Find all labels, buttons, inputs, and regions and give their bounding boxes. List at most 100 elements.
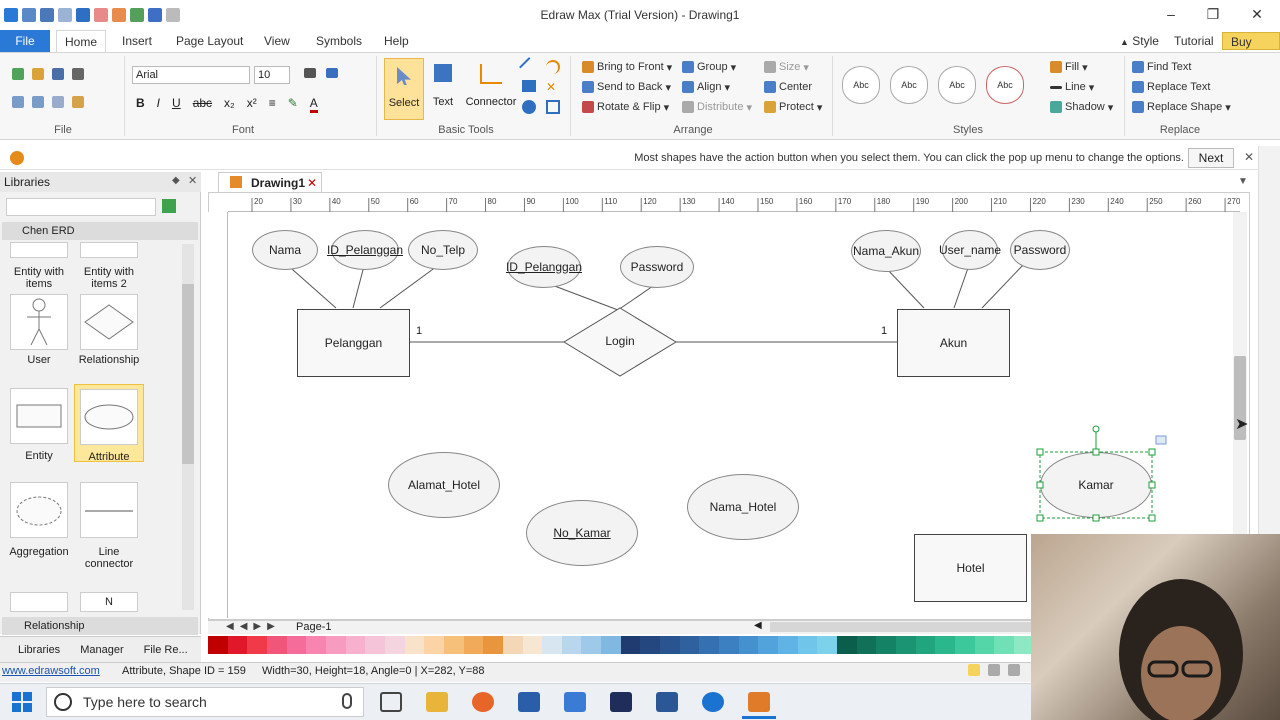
group-button[interactable]: Group ▾ [682,58,736,76]
entity-akun[interactable]: Akun [897,309,1010,377]
buy-now-button[interactable]: Buy Now [1222,32,1280,67]
shadow-button[interactable]: Shadow ▾ [1050,98,1113,116]
bold-icon[interactable]: B [136,96,145,113]
open-icon[interactable] [32,68,44,80]
dynamic-help-panel[interactable] [1258,146,1280,534]
font-size-select[interactable]: 10 [254,66,290,84]
font-family-select[interactable]: Arial [132,66,250,84]
library-section-relationship[interactable]: Relationship [2,617,198,635]
line-nama-akun[interactable] [885,267,925,309]
library-item-relationship[interactable]: Relationship [74,294,144,366]
restore-icon[interactable]: ❐ [1192,0,1234,30]
presentation-icon[interactable] [1008,664,1020,676]
task-view-icon[interactable] [380,692,402,712]
color-swatch[interactable] [463,636,484,654]
color-swatch[interactable] [620,636,641,654]
entity-hotel[interactable]: Hotel [914,534,1027,602]
photoshop-icon[interactable] [610,692,632,712]
line-tool-icon[interactable] [519,57,539,77]
color-swatch[interactable] [227,636,248,654]
line-spacing-icon[interactable]: ≡ [269,96,276,113]
rotate-handle[interactable] [1092,425,1100,433]
library-scrollbar[interactable] [182,244,194,610]
color-swatch[interactable] [404,636,425,654]
attribute-password[interactable]: Password [620,246,694,288]
library-search-input[interactable] [6,198,156,216]
superscript-icon[interactable]: x² [247,96,257,113]
protect-button[interactable]: Protect ▾ [764,98,822,116]
style-menu[interactable]: ▲ Style [1112,30,1167,52]
strikethrough-icon[interactable]: abc [193,96,212,113]
rectangle-tool-icon[interactable] [522,80,536,92]
rotate-flip-button[interactable]: Rotate & Flip ▾ [582,98,669,116]
page-view-icon[interactable] [968,664,980,676]
tab-page-layout[interactable]: Page Layout [168,30,251,52]
website-link[interactable]: www.edrawsoft.com [2,665,100,677]
align-icon[interactable] [304,68,316,78]
color-swatch[interactable] [424,636,444,654]
color-swatch[interactable] [384,636,405,654]
library-item-line-double[interactable] [4,592,74,612]
tab-view[interactable]: View [256,30,298,52]
font-color-icon[interactable]: A [309,96,318,113]
file-explorer-icon[interactable] [426,692,448,712]
library-scroll-thumb[interactable] [182,284,194,464]
color-swatch[interactable] [365,636,385,654]
color-swatch[interactable] [895,636,916,654]
color-swatch[interactable] [954,636,975,654]
tab-home[interactable]: Home [56,30,106,52]
tab-manager[interactable]: Manager [68,644,123,656]
page-nav-icons[interactable]: ◀◀▶▶ [226,621,281,632]
align-button[interactable]: Align ▾ [682,78,730,96]
library-item-entity-with-items-2[interactable]: Entity with items 2 [74,242,144,290]
center-button[interactable]: Center [764,78,812,96]
color-swatch[interactable] [935,636,955,654]
taskbar-search-input[interactable]: Type here to search [46,687,364,717]
paste-icon[interactable] [52,96,64,108]
color-swatch[interactable] [483,636,503,654]
color-swatch[interactable] [837,636,857,654]
color-swatch[interactable] [522,636,543,654]
library-item-user[interactable]: User [4,294,74,366]
color-swatch[interactable] [797,636,818,654]
entity-pelanggan[interactable]: Pelanggan [297,309,410,377]
library-item-attribute[interactable]: Attribute [74,384,144,463]
distribute-button[interactable]: Distribute ▾ [682,98,752,116]
format-painter-icon[interactable] [72,96,84,108]
new-icon[interactable] [12,68,24,80]
color-swatch[interactable] [325,636,346,654]
tutorial-menu[interactable]: Tutorial [1166,30,1222,52]
fill-button[interactable]: Fill ▾ [1050,58,1088,76]
pen-tool-icon[interactable]: ✕ [546,80,560,94]
edraw-icon[interactable] [748,692,770,712]
replace-text-button[interactable]: Replace Text [1132,78,1210,96]
attribute-nama[interactable]: Nama [252,230,318,270]
color-swatch[interactable] [974,636,995,654]
bring-to-front-button[interactable]: Bring to Front ▾ [582,58,672,76]
text-tool-button[interactable]: Text [428,58,458,120]
info-next-button[interactable]: Next [1188,148,1234,168]
italic-icon[interactable]: I [157,96,160,113]
line-id-pelanggan[interactable] [352,265,365,309]
color-swatch[interactable] [247,636,267,654]
attribute-nama-akun[interactable]: Nama_Akun [851,230,921,272]
color-swatch[interactable] [502,636,523,654]
style-preset-1[interactable]: Abc [842,66,880,104]
library-item-n[interactable]: N [74,592,144,612]
tab-libraries[interactable]: Libraries [4,644,60,656]
color-swatch[interactable] [561,636,582,654]
close-icon[interactable]: ✕ [1236,0,1278,30]
color-swatch[interactable] [758,636,779,654]
tabs-dropdown-icon[interactable]: ▼ [1238,176,1248,187]
color-swatch[interactable] [640,636,661,654]
color-swatch[interactable] [306,636,326,654]
save-file-icon[interactable] [52,68,64,80]
ellipse-tool-icon[interactable] [522,100,536,114]
tab-file-recovery[interactable]: File Re... [132,644,188,656]
tab-help[interactable]: Help [376,30,417,52]
color-swatch[interactable] [856,636,877,654]
attribute-password-akun[interactable]: Password [1010,230,1070,270]
find-text-button[interactable]: Find Text [1132,58,1191,76]
word-icon[interactable] [656,692,678,712]
color-swatch[interactable] [679,636,700,654]
